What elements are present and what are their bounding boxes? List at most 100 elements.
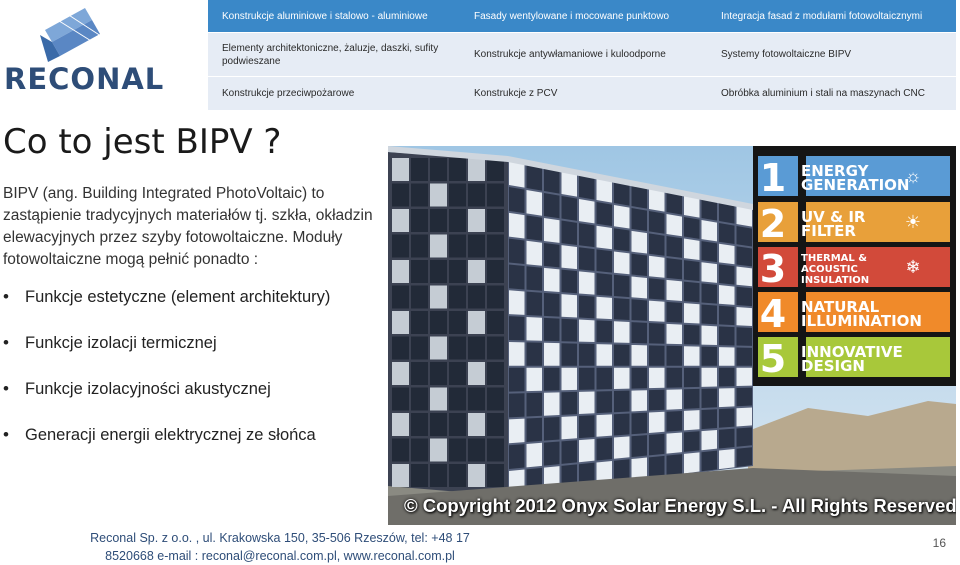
facade-panel <box>526 316 542 341</box>
facade-panel <box>701 283 717 304</box>
facade-panel <box>430 285 447 309</box>
facade-panel <box>487 209 504 232</box>
facade-panel <box>631 208 647 232</box>
services-header-cell: Integracja fasad z modułami fotowoltaicz… <box>721 10 923 22</box>
facade-panel <box>666 257 682 280</box>
facade-panel <box>411 387 428 411</box>
facade-panel <box>468 464 485 487</box>
facade-panel <box>449 438 466 462</box>
facade-panel <box>649 367 665 389</box>
feature-number: 1 <box>759 156 787 200</box>
facade-panel <box>631 412 647 435</box>
facade-panel <box>411 260 428 283</box>
facade-panel <box>430 438 447 462</box>
facade-panel <box>449 183 466 207</box>
feature-insulation: 3 THERMAL & ACOUSTIC INSULATION ❄ <box>753 247 953 291</box>
feature-filter: 2 UV & IR FILTER ☀ <box>753 202 953 246</box>
page-number: 16 <box>932 536 946 550</box>
facade-panel <box>468 158 485 181</box>
facade-panel <box>509 264 525 290</box>
facade-panel <box>579 415 595 439</box>
facade-panel <box>684 238 700 260</box>
services-row: Elementy architektoniczne, żaluzje, dasz… <box>208 33 956 76</box>
feature-design: 5 INNOVATIVE DESIGN <box>753 337 953 381</box>
facade-panel <box>430 362 447 385</box>
facade-panel <box>487 234 504 258</box>
facade-panel <box>392 413 409 436</box>
facade-panel <box>449 285 466 309</box>
facade-panel <box>449 413 466 436</box>
facade-panel <box>596 344 612 366</box>
facade-panel <box>684 303 700 324</box>
facade-panel <box>449 464 466 487</box>
facade-panel <box>719 367 735 387</box>
facade-panel <box>509 290 525 315</box>
facade-panel <box>487 362 504 385</box>
feature-number: 4 <box>759 292 787 336</box>
facade-panel <box>468 260 485 283</box>
facade-panel <box>579 271 595 295</box>
facade-panel <box>487 260 504 283</box>
facade-panel <box>596 367 612 390</box>
facade-panel <box>649 389 665 411</box>
facade-panel <box>468 285 485 309</box>
facade-panel <box>684 281 700 303</box>
facade-panel <box>649 300 665 322</box>
facade-panel <box>561 196 577 221</box>
facade-panel <box>684 388 700 409</box>
facade-panel <box>614 274 630 298</box>
facade-panel <box>509 187 525 214</box>
facade-panel <box>561 269 577 294</box>
facade-panel <box>719 243 735 265</box>
facade-panel <box>544 292 560 317</box>
facade-panel <box>526 442 542 468</box>
facade-panel <box>544 267 560 293</box>
feature-number: 3 <box>759 247 787 291</box>
facade-panel <box>649 278 665 300</box>
facade-panel <box>684 217 700 239</box>
facade-panel <box>468 183 485 207</box>
facade-panel <box>487 413 504 436</box>
facade-panel <box>649 255 665 278</box>
services-cell: Obróbka aluminium i stali na maszynach C… <box>721 88 925 99</box>
facade-panel <box>666 345 682 366</box>
facade-panel <box>596 296 612 320</box>
facade-panel <box>736 327 752 346</box>
services-cell: Konstrukcje antywłamaniowe i kuloodporne <box>474 49 666 60</box>
facade-panel <box>468 362 485 385</box>
facade-panel <box>614 321 630 343</box>
bulb-icon: ☼ <box>904 166 922 186</box>
facade-panel <box>468 438 485 462</box>
facade-panel <box>649 211 665 234</box>
facade-panel <box>449 158 466 181</box>
facade-panel <box>526 266 542 291</box>
facade-panel <box>631 230 647 254</box>
facade-panel <box>684 346 700 366</box>
services-cell: Konstrukcje z PCV <box>474 88 558 99</box>
facade-panel <box>596 225 612 250</box>
facade-panel <box>487 183 504 207</box>
feature-label: INNOVATIVE DESIGN <box>801 343 903 375</box>
facade-panel <box>561 171 577 197</box>
facade-panel <box>544 242 560 268</box>
sun-icon: ☀ <box>904 212 922 232</box>
facade-panel <box>430 413 447 436</box>
facade-panel <box>614 413 630 436</box>
facade-panel <box>509 212 525 239</box>
facade-panel <box>596 202 612 226</box>
facade-panel <box>649 455 665 478</box>
facade-panel <box>736 367 752 387</box>
facade-panel <box>561 416 577 440</box>
facade-panel <box>701 429 717 451</box>
facade-panel <box>411 158 428 181</box>
facade-panel <box>526 342 542 366</box>
facade-panel <box>631 253 647 277</box>
fire-snow-icon: ❄ <box>905 257 921 277</box>
facade-panel <box>544 392 560 416</box>
facade-panel <box>736 387 752 407</box>
facade-panel <box>430 158 447 181</box>
facade-panel <box>684 431 700 452</box>
facade-panel <box>736 347 752 366</box>
facade-panel <box>579 343 595 366</box>
facade-panel <box>526 367 542 392</box>
